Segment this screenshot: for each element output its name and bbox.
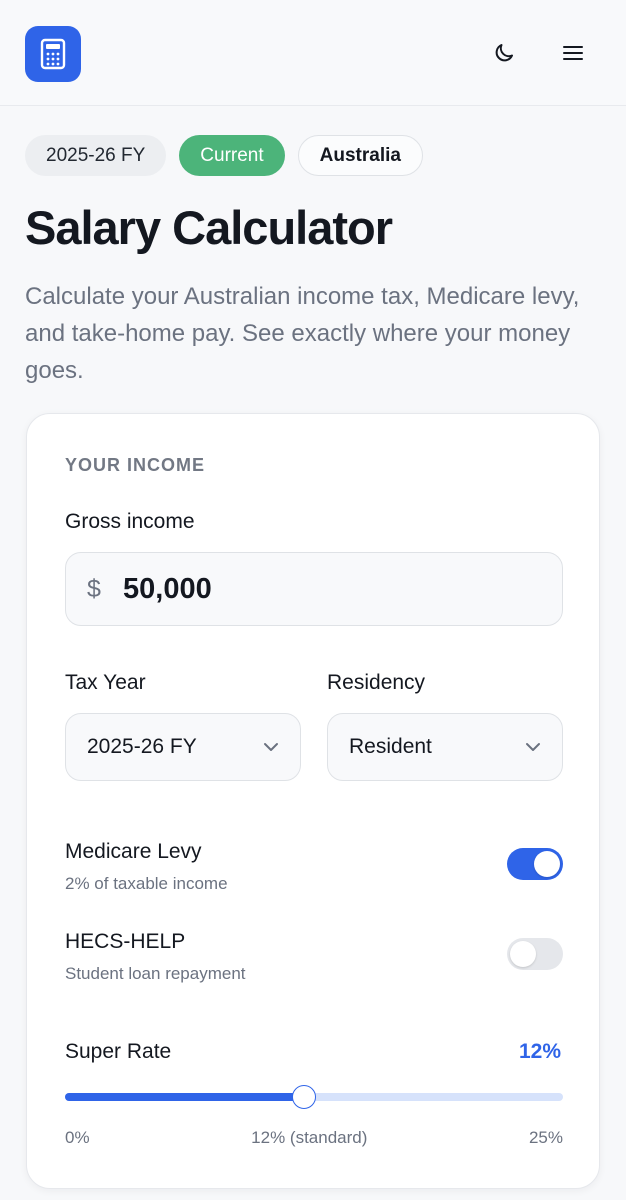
slider-min-label: 0%	[65, 1128, 90, 1147]
toggle-knob	[534, 851, 560, 877]
chevron-down-icon	[264, 743, 278, 751]
toggle-knob	[510, 941, 536, 967]
hecs-help-toggle[interactable]	[507, 938, 563, 970]
currency-symbol: $	[87, 574, 101, 603]
residency-select[interactable]: Resident	[327, 713, 563, 781]
slider-fill	[65, 1093, 305, 1101]
country-badge: Australia	[297, 135, 423, 176]
hecs-help-subtitle: Student loan repayment	[65, 964, 246, 983]
residency-label: Residency	[327, 671, 426, 694]
badge-row: 2025-26 FY Current Australia	[25, 135, 423, 176]
hamburger-menu-icon	[563, 46, 583, 60]
calculator-icon	[40, 38, 66, 70]
tax-year-label: Tax Year	[65, 671, 146, 694]
residency-selected: Resident	[349, 735, 432, 758]
super-rate-slider[interactable]	[65, 1085, 563, 1109]
slider-mid-label: 12% (standard)	[251, 1128, 368, 1147]
medicare-levy-subtitle: 2% of taxable income	[65, 874, 228, 893]
medicare-levy-toggle[interactable]	[507, 848, 563, 880]
chevron-down-icon	[526, 743, 540, 751]
super-rate-label: Super Rate	[65, 1040, 172, 1063]
status-badge: Current	[179, 135, 285, 176]
page-title: Salary Calculator	[25, 201, 393, 254]
medicare-levy-title: Medicare Levy	[65, 840, 202, 863]
slider-scale-labels: 0% 12% (standard) 25%	[65, 1128, 563, 1148]
top-bar	[0, 0, 626, 106]
super-rate-value: 12%	[518, 1040, 561, 1063]
slider-thumb[interactable]	[292, 1085, 317, 1109]
moon-icon	[495, 44, 513, 62]
hecs-help-title: HECS-HELP	[65, 930, 186, 953]
section-label: YOUR INCOME	[65, 455, 206, 475]
menu-button[interactable]	[556, 36, 590, 70]
gross-income-value: 50,000	[123, 572, 212, 605]
theme-toggle-button[interactable]	[487, 36, 521, 70]
gross-income-input[interactable]: $ 50,000	[65, 552, 563, 626]
tax-year-selected: 2025-26 FY	[87, 735, 197, 758]
fiscal-year-badge: 2025-26 FY	[25, 135, 167, 176]
app-logo[interactable]	[25, 26, 81, 82]
slider-max-label: 25%	[528, 1128, 563, 1147]
page-description: Calculate your Australian income tax, Me…	[25, 283, 580, 384]
income-card: YOUR INCOME Gross income $ 50,000 Tax Ye…	[26, 413, 600, 1189]
gross-income-label: Gross income	[65, 510, 195, 533]
tax-year-select[interactable]: 2025-26 FY	[65, 713, 301, 781]
